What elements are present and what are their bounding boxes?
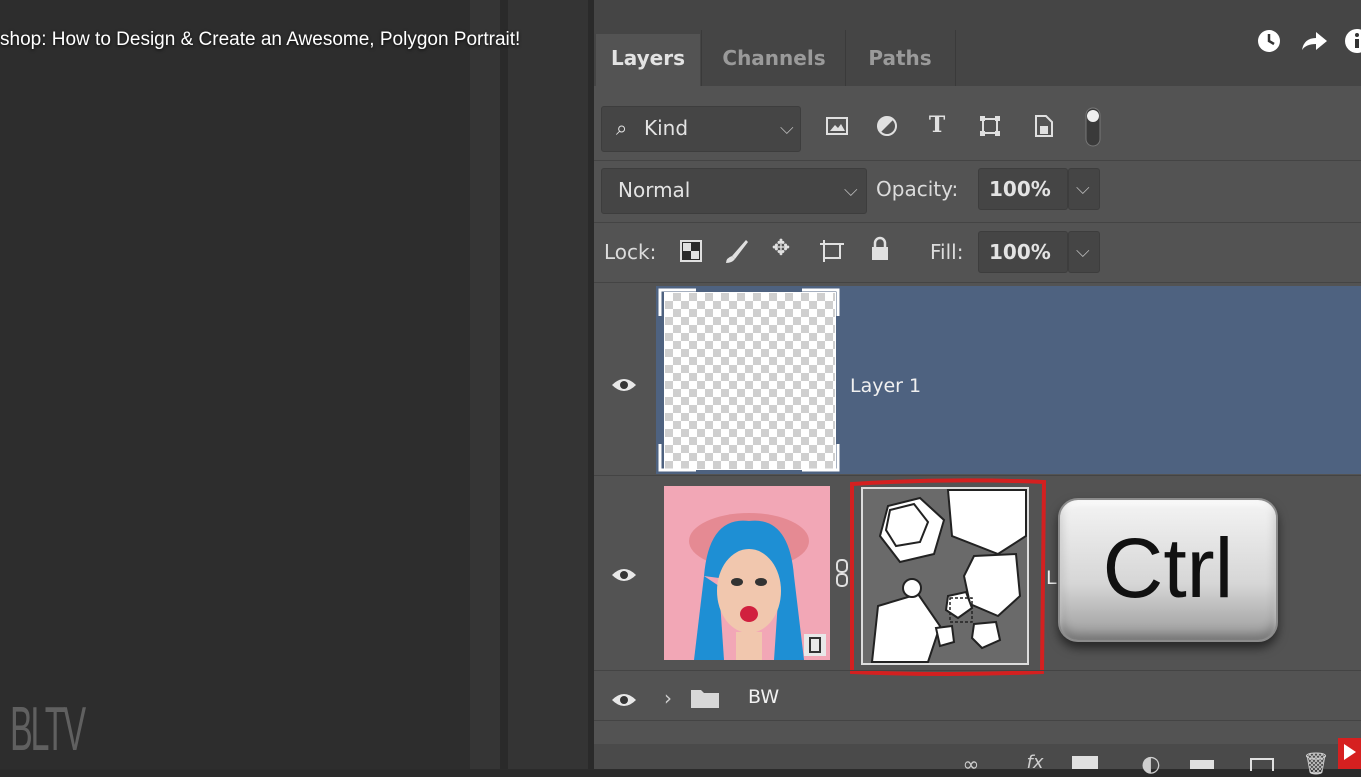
divider	[594, 720, 1361, 721]
video-title[interactable]: shop: How to Design & Create an Awesome,…	[0, 29, 520, 51]
layer-name[interactable]: L	[1046, 567, 1057, 589]
clock-icon[interactable]	[1257, 29, 1281, 53]
adjustment-layer-icon[interactable]: ◐	[1138, 752, 1164, 777]
tab-layers[interactable]: Layers	[596, 34, 700, 86]
tab-paths[interactable]: Paths	[846, 34, 954, 86]
layer-mask-thumbnail[interactable]	[848, 476, 1048, 676]
trash-icon[interactable]: 🗑	[1302, 752, 1330, 777]
chevron-down-icon: ⌵	[1076, 241, 1090, 262]
opacity-input[interactable]: 100%	[978, 168, 1068, 210]
add-mask-icon[interactable]	[1072, 756, 1098, 769]
opacity-value: 100%	[989, 177, 1051, 201]
layer-name[interactable]: Layer 1	[850, 375, 921, 397]
new-group-icon[interactable]	[1190, 760, 1214, 769]
tab-separator	[701, 30, 702, 86]
lock-transparent-icon[interactable]	[680, 240, 702, 262]
ctrl-key-label: Ctrl	[1102, 521, 1234, 615]
toolbar-gutter	[470, 0, 500, 769]
lock-all-icon[interactable]	[870, 236, 890, 262]
search-icon: ⌕	[616, 116, 628, 140]
eye-icon[interactable]	[611, 567, 637, 583]
channel-watermark: BLTV	[10, 695, 86, 764]
lock-artboard-icon[interactable]	[818, 238, 846, 264]
fill-label: Fill:	[930, 240, 964, 264]
type-filter-icon[interactable]: T	[926, 112, 948, 138]
filter-kind-label: Kind	[644, 116, 689, 140]
fill-input[interactable]: 100%	[978, 231, 1068, 273]
folder-icon	[691, 690, 719, 708]
tab-separator	[955, 30, 956, 86]
group-name[interactable]: BW	[748, 686, 779, 708]
blend-mode-value: Normal	[618, 178, 691, 202]
expand-chevron-icon[interactable]: ›	[664, 686, 672, 710]
chevron-down-icon: ⌵	[1076, 178, 1090, 199]
shape-filter-icon[interactable]	[978, 114, 1002, 138]
lock-pixels-icon[interactable]	[724, 238, 750, 264]
adjustment-filter-icon[interactable]	[876, 115, 898, 137]
divider	[594, 670, 1361, 671]
eye-icon[interactable]	[611, 692, 637, 708]
filter-kind-select[interactable]: ⌕ Kind ⌵	[601, 106, 801, 152]
divider	[594, 222, 1361, 223]
opacity-label: Opacity:	[876, 177, 959, 201]
subscribe-icon[interactable]	[1338, 738, 1361, 769]
share-icon[interactable]	[1300, 30, 1328, 52]
video-canvas-area	[0, 0, 470, 769]
chevron-down-icon: ⌵	[780, 118, 794, 139]
ctrl-key-overlay: Ctrl	[1058, 498, 1278, 642]
fill-dropdown-button[interactable]: ⌵	[1068, 231, 1100, 273]
selection-frame-corners	[658, 288, 840, 472]
image-filter-icon[interactable]	[825, 115, 849, 137]
portrait-thumbnail[interactable]	[664, 486, 830, 660]
chevron-down-icon: ⌵	[844, 180, 858, 201]
gutter-divider	[500, 0, 508, 769]
link-layers-icon[interactable]: ∞	[956, 752, 986, 776]
blend-mode-select[interactable]: Normal ⌵	[601, 168, 867, 214]
fill-value: 100%	[989, 240, 1051, 264]
divider	[594, 160, 1361, 161]
lock-label: Lock:	[604, 240, 657, 264]
tab-channels[interactable]: Channels	[704, 34, 844, 86]
info-icon[interactable]	[1344, 28, 1361, 54]
filter-toggle-icon[interactable]	[1083, 106, 1103, 148]
divider	[594, 282, 1361, 283]
dock-gutter	[508, 0, 588, 769]
fx-icon[interactable]: fx	[1020, 752, 1050, 773]
lock-position-icon[interactable]: ✥	[768, 236, 794, 261]
eye-icon[interactable]	[611, 377, 637, 393]
opacity-dropdown-button[interactable]: ⌵	[1068, 168, 1100, 210]
new-layer-icon[interactable]	[1250, 758, 1274, 771]
smart-object-filter-icon[interactable]	[1032, 114, 1054, 138]
